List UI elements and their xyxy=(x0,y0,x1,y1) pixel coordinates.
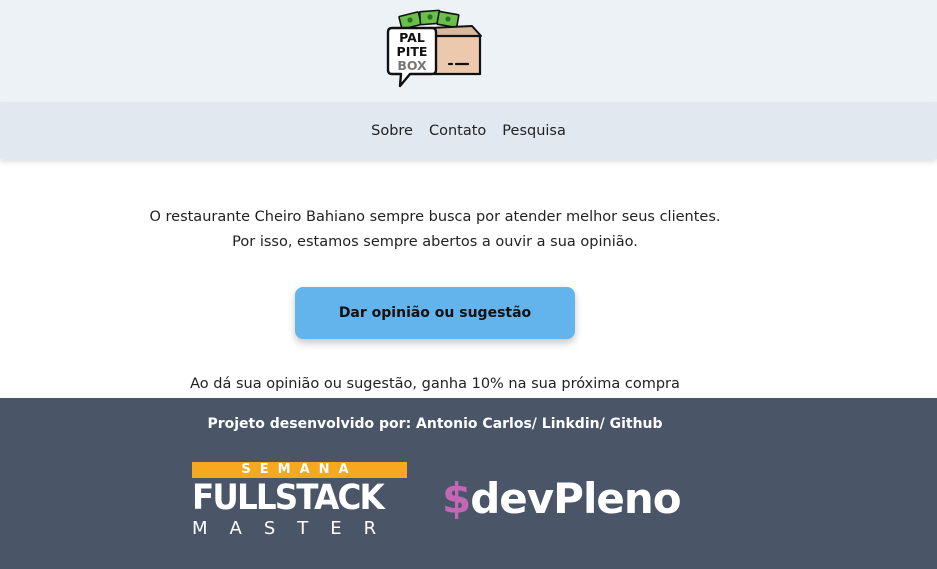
nav-link-sobre[interactable]: Sobre xyxy=(371,123,413,139)
palpitebox-logo[interactable]: PAL PITE BOX xyxy=(386,8,484,88)
give-feedback-button[interactable]: Dar opinião ou sugestão xyxy=(295,287,575,339)
top-header: PAL PITE BOX xyxy=(0,0,937,102)
intro-line-1: O restaurante Cheiro Bahiano sempre busc… xyxy=(149,209,721,225)
devpleno-logo[interactable]: $devPleno xyxy=(442,470,682,528)
nav-link-pesquisa[interactable]: Pesquisa xyxy=(502,123,566,139)
intro-text: O restaurante Cheiro Bahiano sempre busc… xyxy=(0,205,870,255)
credits-separator: / xyxy=(531,416,542,432)
fsm-sub-label: MASTER xyxy=(192,518,399,539)
linkedin-link[interactable]: Linkdin xyxy=(542,416,600,432)
credits-prefix: Projeto desenvolvido por: xyxy=(207,416,417,432)
main-nav: Sobre Contato Pesquisa xyxy=(0,102,937,159)
author-link[interactable]: Antonio Carlos xyxy=(416,416,532,432)
fullstack-master-logo[interactable]: SEMANA FULLSTACK MASTER xyxy=(192,462,407,540)
logo-text-line-2: PITE xyxy=(397,44,428,59)
dollar-icon: $ xyxy=(442,474,471,523)
github-link[interactable]: Github xyxy=(610,416,663,432)
promo-text: Ao dá sua opinião ou sugestão, ganha 10%… xyxy=(190,376,680,392)
main-content: O restaurante Cheiro Bahiano sempre busc… xyxy=(0,160,937,398)
logo-text-line-1: PAL xyxy=(399,30,425,45)
footer-credits: Projeto desenvolvido por: Antonio Carlos… xyxy=(0,416,870,432)
nav-link-contato[interactable]: Contato xyxy=(429,123,486,139)
fsm-main-label: FULLSTACK xyxy=(192,478,385,518)
logo-text-line-3: BOX xyxy=(397,58,427,73)
intro-line-2: Por isso, estamos sempre abertos a ouvir… xyxy=(232,234,638,250)
devpleno-text: devPleno xyxy=(470,474,681,523)
credits-separator: / xyxy=(599,416,610,432)
